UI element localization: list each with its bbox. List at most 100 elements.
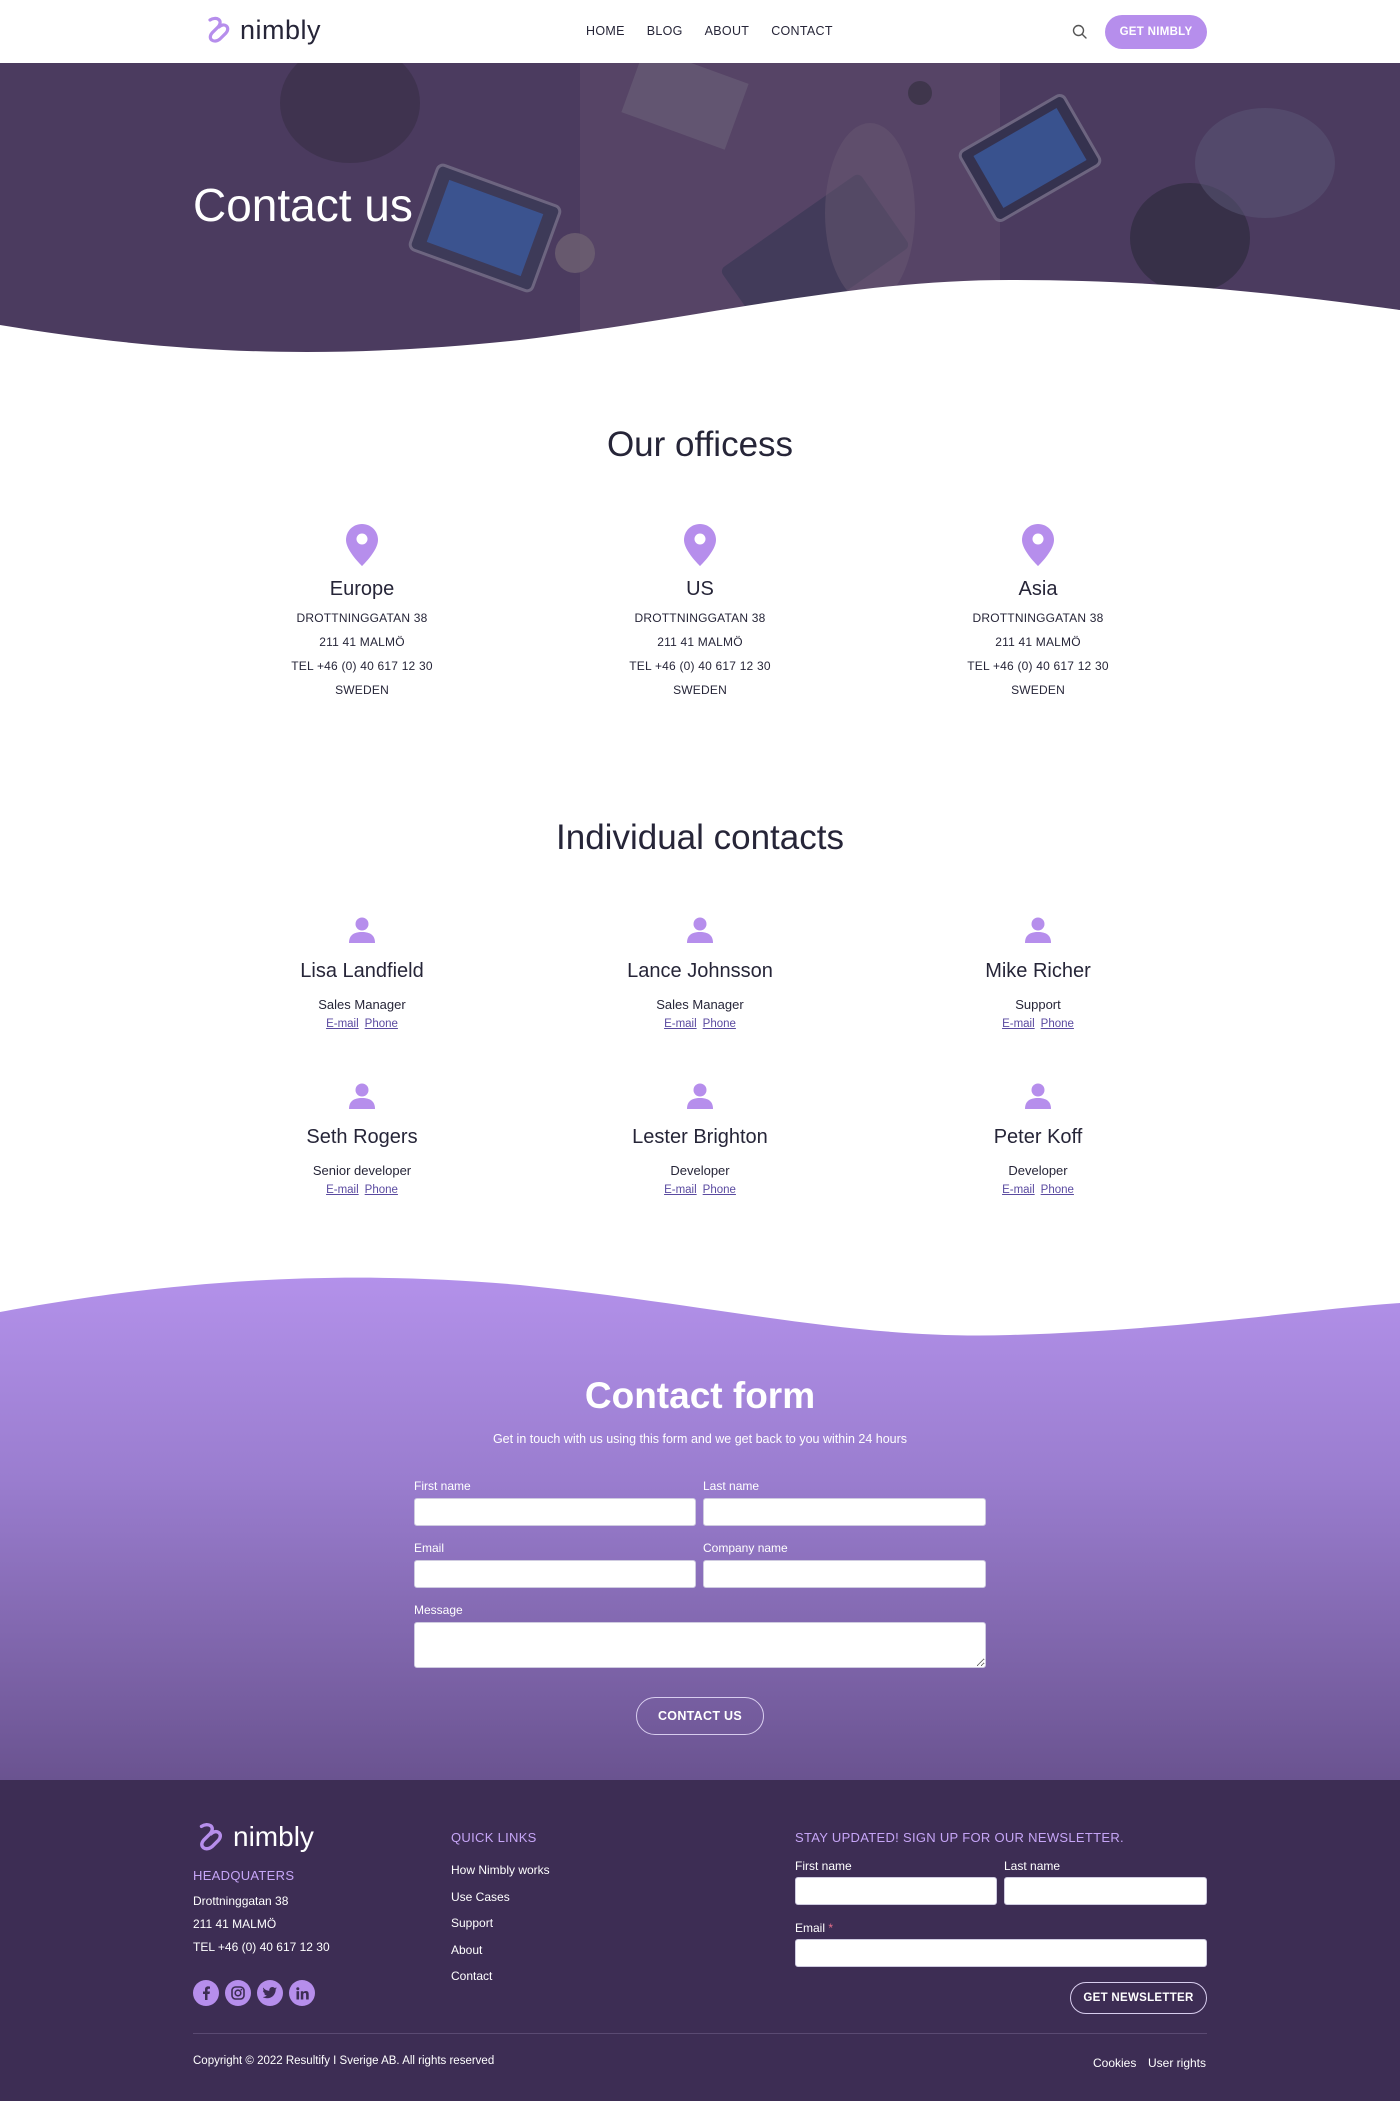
- nav-contact[interactable]: CONTACT: [771, 24, 833, 38]
- site-header: nimbly HOME BLOG ABOUT CONTACT GET NIMBL…: [0, 0, 1400, 63]
- hq-phone: TEL +46 (0) 40 617 12 30: [193, 1940, 330, 1954]
- office-country: SWEDEN: [335, 683, 389, 697]
- quick-link-use-cases[interactable]: Use Cases: [451, 1890, 510, 1904]
- contact-phone-link[interactable]: Phone: [365, 1018, 398, 1030]
- nav-about[interactable]: ABOUT: [705, 24, 750, 38]
- headquarters-heading: HEADQUATERS: [193, 1868, 295, 1883]
- contact-email-link[interactable]: E-mail: [326, 1018, 359, 1030]
- hero-wave-divider: [0, 280, 1400, 355]
- office-country: SWEDEN: [673, 683, 727, 697]
- hero-banner: Contact us: [0, 63, 1400, 355]
- quick-link-contact[interactable]: Contact: [451, 1969, 492, 1983]
- search-icon[interactable]: [1071, 23, 1089, 41]
- email-input[interactable]: [414, 1560, 696, 1588]
- office-name: Europe: [329, 578, 395, 600]
- contact-email-link[interactable]: E-mail: [664, 1018, 697, 1030]
- last-name-input[interactable]: [703, 1498, 986, 1526]
- hq-postal: 211 41 MALMÖ: [193, 1917, 277, 1931]
- office-street: DROTTNINGGATAN 38: [634, 611, 766, 625]
- nl-first-name-label: First name: [795, 1859, 852, 1873]
- contact-role: Developer: [1008, 1163, 1068, 1178]
- quick-links-heading: QUICK LINKS: [451, 1830, 537, 1845]
- contact-card: Mike Richer Support E-mail Phone: [888, 916, 1188, 1030]
- required-mark: *: [828, 1921, 834, 1935]
- nl-first-name-input[interactable]: [795, 1877, 997, 1905]
- message-label: Message: [414, 1603, 463, 1617]
- user-icon: [687, 917, 713, 943]
- contact-role: Developer: [670, 1163, 730, 1178]
- first-name-input[interactable]: [414, 1498, 696, 1526]
- contact-role: Sales Manager: [318, 997, 406, 1012]
- offices-title: Our officess: [606, 425, 794, 464]
- office-postal: 211 41 MALMÖ: [657, 635, 743, 649]
- location-pin-icon: [346, 524, 378, 566]
- company-name-label: Company name: [703, 1541, 788, 1555]
- contact-phone-link[interactable]: Phone: [365, 1184, 398, 1196]
- contact-name: Lisa Landfield: [300, 960, 424, 982]
- contact-phone-link[interactable]: Phone: [1041, 1184, 1074, 1196]
- company-name-input[interactable]: [703, 1560, 986, 1588]
- contact-name: Lester Brighton: [632, 1126, 768, 1148]
- office-postal: 211 41 MALMÖ: [995, 635, 1081, 649]
- contact-name: Lance Johnsson: [627, 960, 773, 982]
- contact-email-link[interactable]: E-mail: [664, 1184, 697, 1196]
- contact-email-link[interactable]: E-mail: [1002, 1184, 1035, 1196]
- contact-name: Seth Rogers: [306, 1126, 418, 1148]
- instagram-icon[interactable]: [225, 1980, 251, 2006]
- office-card-us: US DROTTNINGGATAN 38 211 41 MALMÖ TEL +4…: [550, 524, 850, 697]
- facebook-icon[interactable]: [193, 1980, 219, 2006]
- user-rights-link[interactable]: User rights: [1148, 2056, 1206, 2070]
- quick-link-support[interactable]: Support: [451, 1916, 493, 1930]
- footer-logo[interactable]: nimbly: [193, 1820, 314, 1854]
- office-street: DROTTNINGGATAN 38: [296, 611, 428, 625]
- contact-form-section: Contact form Get in touch with us using …: [0, 1270, 1400, 1780]
- message-textarea[interactable]: [414, 1622, 986, 1668]
- contact-role: Support: [1015, 997, 1061, 1012]
- twitter-icon[interactable]: [257, 1980, 283, 2006]
- nav-blog[interactable]: BLOG: [647, 24, 683, 38]
- nl-last-name-input[interactable]: [1004, 1877, 1207, 1905]
- contact-phone-link[interactable]: Phone: [703, 1184, 736, 1196]
- contact-email-link[interactable]: E-mail: [326, 1184, 359, 1196]
- quick-link-about[interactable]: About: [451, 1943, 482, 1957]
- location-pin-icon: [684, 524, 716, 566]
- contact-name: Mike Richer: [985, 960, 1091, 982]
- nl-email-input[interactable]: [795, 1939, 1207, 1967]
- footer-logo-text: nimbly: [233, 1821, 314, 1852]
- contact-form-title: Contact form: [584, 1375, 816, 1416]
- contact-phone-link[interactable]: Phone: [703, 1018, 736, 1030]
- contact-us-button[interactable]: CONTACT US: [636, 1697, 764, 1735]
- get-newsletter-button[interactable]: GET NEWSLETTER: [1070, 1982, 1207, 2014]
- page-title: Contact us: [193, 179, 413, 231]
- quick-link-how-it-works[interactable]: How Nimbly works: [451, 1863, 550, 1877]
- contact-role: Senior developer: [312, 1163, 412, 1178]
- contact-email-link[interactable]: E-mail: [1002, 1018, 1035, 1030]
- hq-street: Drottninggatan 38: [193, 1894, 289, 1908]
- user-icon: [1025, 1083, 1051, 1109]
- cookies-link[interactable]: Cookies: [1093, 2056, 1136, 2070]
- contact-role: Sales Manager: [656, 997, 744, 1012]
- user-icon: [349, 1083, 375, 1109]
- contact-card: Seth Rogers Senior developer E-mail Phone: [212, 1082, 512, 1196]
- newsletter-heading: STAY UPDATED! SIGN UP FOR OUR NEWSLETTER…: [795, 1830, 1124, 1845]
- office-phone: TEL +46 (0) 40 617 12 30: [291, 659, 433, 673]
- office-phone: TEL +46 (0) 40 617 12 30: [967, 659, 1109, 673]
- office-name: US: [686, 578, 714, 600]
- contact-card: Lance Johnsson Sales Manager E-mail Phone: [550, 916, 850, 1030]
- logo[interactable]: nimbly: [202, 14, 321, 46]
- contact-phone-link[interactable]: Phone: [1041, 1018, 1074, 1030]
- office-name: Asia: [1018, 578, 1058, 600]
- logo-icon: [208, 16, 230, 43]
- office-card-europe: Europe DROTTNINGGATAN 38 211 41 MALMÖ TE…: [212, 524, 512, 697]
- footer-divider: [193, 2033, 1207, 2034]
- nl-email-label-text: Email: [795, 1921, 826, 1935]
- contact-name: Peter Koff: [993, 1126, 1083, 1148]
- last-name-label: Last name: [703, 1479, 760, 1493]
- get-nimbly-button[interactable]: GET NIMBLY: [1105, 15, 1207, 49]
- office-postal: 211 41 MALMÖ: [319, 635, 405, 649]
- email-label: Email: [414, 1541, 445, 1555]
- linkedin-icon[interactable]: [289, 1980, 315, 2006]
- nav-home[interactable]: HOME: [586, 24, 625, 38]
- location-pin-icon: [1022, 524, 1054, 566]
- copyright-text: Copyright © 2022 Resultify I Sverige AB.…: [193, 2055, 495, 2067]
